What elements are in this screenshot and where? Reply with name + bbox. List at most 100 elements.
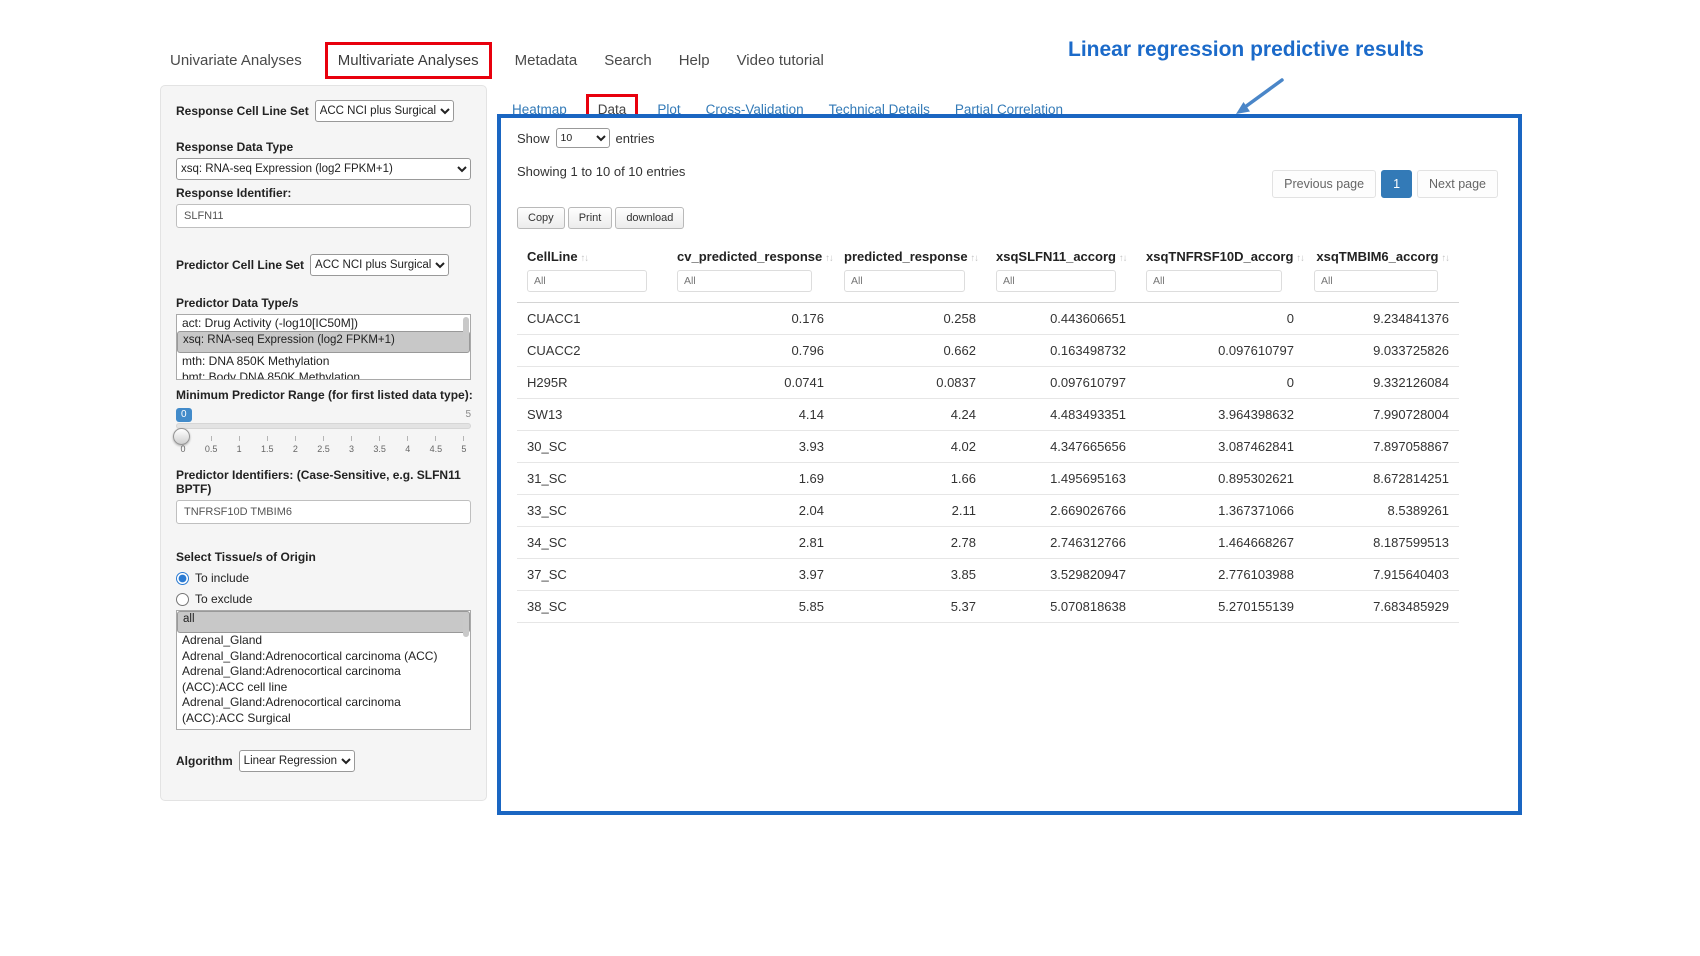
table-body: CUACC10.1760.2580.44360665109.234841376C… <box>517 303 1459 623</box>
cell-value: 2.11 <box>834 495 986 527</box>
slider-tick: 4 <box>403 436 413 454</box>
cell-line-name: 31_SC <box>517 463 667 495</box>
filter-input-xsqslfn11-accorg[interactable] <box>996 270 1116 292</box>
download-button[interactable]: download <box>615 207 684 229</box>
show-entries-select[interactable]: 10 <box>556 128 610 148</box>
column-header-cellline[interactable]: CellLine↑↓ <box>517 241 667 268</box>
results-panel: Show 10 entries Showing 1 to 10 of 10 en… <box>497 114 1522 815</box>
sidebar: Response Cell Line Set ACC NCI plus Surg… <box>160 85 487 801</box>
show-entries-row: Show 10 entries <box>517 128 1502 148</box>
filter-input-cellline[interactable] <box>527 270 647 292</box>
slider-tick: 3.5 <box>375 436 385 454</box>
cell-line-name: 30_SC <box>517 431 667 463</box>
previous-page-button[interactable]: Previous page <box>1272 170 1376 198</box>
cell-value: 2.81 <box>667 527 834 559</box>
filter-input-xsqtmbim6-accorg[interactable] <box>1314 270 1438 292</box>
cell-value: 0 <box>1136 367 1304 399</box>
cell-value: 0.097610797 <box>986 367 1136 399</box>
include-radio[interactable] <box>176 572 189 585</box>
tissue-include-option[interactable]: To include <box>176 571 471 585</box>
sort-icon[interactable]: ↑↓ <box>1296 253 1304 264</box>
tissue-option[interactable]: all <box>177 611 470 633</box>
current-page-button[interactable]: 1 <box>1381 170 1412 198</box>
cell-value: 4.24 <box>834 399 986 431</box>
cell-value: 2.776103988 <box>1136 559 1304 591</box>
response-identifier-input[interactable] <box>176 204 471 228</box>
cell-value: 5.85 <box>667 591 834 623</box>
cell-line-name: CUACC2 <box>517 335 667 367</box>
tissue-exclude-option[interactable]: To exclude <box>176 592 471 606</box>
predictor-type-list[interactable]: act: Drug Activity (-log10[IC50M])xsq: R… <box>176 314 471 380</box>
next-page-button[interactable]: Next page <box>1417 170 1498 198</box>
copy-button[interactable]: Copy <box>517 207 565 229</box>
cell-value: 0.895302621 <box>1136 463 1304 495</box>
predictor-type-option-bmt[interactable]: bmt: Body DNA 850K Methylation <box>177 369 470 380</box>
cell-value: 7.990728004 <box>1304 399 1459 431</box>
column-header-xsqslfn11-accorg[interactable]: xsqSLFN11_accorg↑↓ <box>986 241 1136 268</box>
tissue-list[interactable]: allAdrenal_GlandAdrenal_Gland:Adrenocort… <box>176 610 471 730</box>
min-predictor-range-slider[interactable]: 0 5 00.511.522.533.544.55 <box>176 408 471 460</box>
cell-value: 0.443606651 <box>986 303 1136 335</box>
column-header-predicted-response[interactable]: predicted_response↑↓ <box>834 241 986 268</box>
cell-value: 2.04 <box>667 495 834 527</box>
exclude-radio[interactable] <box>176 593 189 606</box>
tissue-option[interactable]: Adrenal_Gland:Adrenocortical carcinoma (… <box>177 664 470 695</box>
slider-thumb[interactable] <box>173 428 190 445</box>
nav-item-univariate-analyses[interactable]: Univariate Analyses <box>170 52 302 69</box>
filter-input-predicted-response[interactable] <box>844 270 965 292</box>
predictor-identifiers-input[interactable] <box>176 500 471 524</box>
exclude-radio-label: To exclude <box>195 592 252 606</box>
nav-item-help[interactable]: Help <box>679 52 710 69</box>
predictor-type-option-act[interactable]: act: Drug Activity (-log10[IC50M]) <box>177 315 470 331</box>
table-row: CUACC10.1760.2580.44360665109.234841376 <box>517 303 1459 335</box>
response-set-select[interactable]: ACC NCI plus Surgical <box>315 100 454 122</box>
sort-icon[interactable]: ↑↓ <box>1119 253 1127 264</box>
cell-value: 0.163498732 <box>986 335 1136 367</box>
print-button[interactable]: Print <box>568 207 613 229</box>
cell-value: 1.66 <box>834 463 986 495</box>
table-row: 38_SC5.855.375.0708186385.2701551397.683… <box>517 591 1459 623</box>
cell-line-name: SW13 <box>517 399 667 431</box>
tissue-option[interactable]: Adrenal_Gland:Adrenocortical carcinoma (… <box>177 695 470 726</box>
nav-item-multivariate-analyses[interactable]: Multivariate Analyses <box>325 42 492 79</box>
algorithm-select[interactable]: Linear Regression <box>239 750 355 772</box>
slider-tick: 1 <box>234 436 244 454</box>
sort-icon[interactable]: ↑↓ <box>1442 253 1450 264</box>
tissue-option[interactable]: Adrenal_Gland <box>177 633 470 649</box>
sort-icon[interactable]: ↑↓ <box>971 253 979 264</box>
tissue-option[interactable]: Adrenal_Gland:Adrenocortical carcinoma (… <box>177 649 470 665</box>
slider-tick: 2.5 <box>318 436 328 454</box>
response-set-label: Response Cell Line Set <box>176 104 309 118</box>
cell-value: 8.187599513 <box>1304 527 1459 559</box>
cell-value: 9.234841376 <box>1304 303 1459 335</box>
results-table: CellLine↑↓cv_predicted_response↑↓predict… <box>517 241 1459 623</box>
nav-item-metadata[interactable]: Metadata <box>515 52 578 69</box>
cell-line-name: 37_SC <box>517 559 667 591</box>
entries-label: entries <box>616 131 655 146</box>
predictor-type-option-mth[interactable]: mth: DNA 850K Methylation <box>177 353 470 369</box>
table-row: SW134.144.244.4834933513.9643986327.9907… <box>517 399 1459 431</box>
cell-value: 2.746312766 <box>986 527 1136 559</box>
cell-value: 0.0837 <box>834 367 986 399</box>
nav-item-search[interactable]: Search <box>604 52 652 69</box>
column-header-xsqtnfrsf10d-accorg[interactable]: xsqTNFRSF10D_accorg↑↓ <box>1136 241 1304 268</box>
cell-value: 3.964398632 <box>1136 399 1304 431</box>
cell-line-name: 38_SC <box>517 591 667 623</box>
sort-icon[interactable]: ↑↓ <box>825 253 833 264</box>
cell-value: 1.495695163 <box>986 463 1136 495</box>
predictor-type-option-xsq[interactable]: xsq: RNA-seq Expression (log2 FPKM+1) <box>177 331 470 353</box>
cell-value: 2.78 <box>834 527 986 559</box>
cell-value: 1.464668267 <box>1136 527 1304 559</box>
response-identifier-label: Response Identifier: <box>176 186 471 200</box>
column-header-cv-predicted-response[interactable]: cv_predicted_response↑↓ <box>667 241 834 268</box>
response-type-select[interactable]: xsq: RNA-seq Expression (log2 FPKM+1) <box>176 158 471 180</box>
column-header-xsqtmbim6-accorg[interactable]: xsqTMBIM6_accorg↑↓ <box>1304 241 1459 268</box>
filter-input-xsqtnfrsf10d-accorg[interactable] <box>1146 270 1282 292</box>
nav-item-video-tutorial[interactable]: Video tutorial <box>737 52 824 69</box>
include-radio-label: To include <box>195 571 249 585</box>
cell-value: 5.37 <box>834 591 986 623</box>
predictor-set-select[interactable]: ACC NCI plus Surgical <box>310 254 449 276</box>
predictor-set-label: Predictor Cell Line Set <box>176 258 304 272</box>
filter-input-cv-predicted-response[interactable] <box>677 270 812 292</box>
sort-icon[interactable]: ↑↓ <box>581 253 589 264</box>
